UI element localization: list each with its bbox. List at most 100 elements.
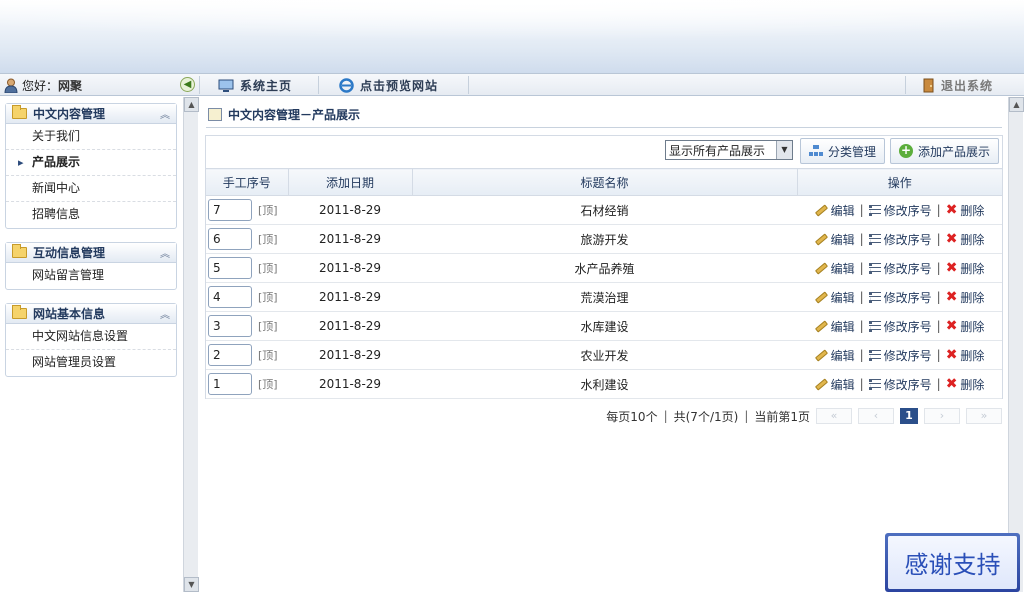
sidebar-section-header[interactable]: 互动信息管理 ︽	[6, 243, 176, 263]
delete-button[interactable]: ✖ 删除	[946, 231, 985, 248]
thanks-badge[interactable]: 感谢支持	[885, 533, 1020, 592]
reorder-button[interactable]: 修改序号	[868, 202, 932, 219]
pencil-icon	[814, 232, 828, 246]
pin-top-link[interactable]: [顶]	[258, 349, 278, 362]
add-circle-icon: +	[899, 143, 913, 158]
edit-label: 编辑	[830, 290, 855, 305]
action-separator: |	[936, 261, 941, 275]
folder-icon	[12, 305, 27, 319]
chevron-down-icon[interactable]: ▼	[776, 141, 792, 159]
title-cell: 荒漠治理	[412, 282, 797, 312]
order-cell: 3 [顶]	[206, 311, 288, 341]
order-input[interactable]: 2	[208, 344, 252, 366]
scroll-up-arrow-icon[interactable]: ▲	[1009, 97, 1024, 112]
header-banner	[0, 0, 1024, 73]
pager-separator: |	[744, 409, 749, 423]
date-cell: 2011-8-29	[288, 311, 412, 341]
edit-button[interactable]: 编辑	[814, 289, 855, 306]
delete-button[interactable]: ✖ 删除	[946, 289, 985, 306]
actions-cell: 编辑 | 修改序号 | ✖ 删除	[797, 224, 1002, 254]
order-input[interactable]: 6	[208, 228, 252, 250]
action-separator: |	[936, 290, 941, 304]
reorder-button[interactable]: 修改序号	[868, 289, 932, 306]
list-icon	[868, 233, 881, 245]
edit-button[interactable]: 编辑	[814, 376, 855, 393]
edit-button[interactable]: 编辑	[814, 260, 855, 277]
scroll-down-arrow-icon[interactable]: ▼	[184, 577, 199, 592]
delete-button[interactable]: ✖ 删除	[946, 260, 985, 277]
add-product-button[interactable]: + 添加产品展示	[890, 138, 1000, 164]
collapse-sidebar-icon[interactable]: ◀	[180, 77, 195, 92]
next-page-icon[interactable]: ›	[924, 408, 960, 424]
pin-top-link[interactable]: [顶]	[258, 291, 278, 304]
pin-top-link[interactable]: [顶]	[258, 233, 278, 246]
category-manage-button[interactable]: 分类管理	[800, 138, 886, 164]
main-scrollbar[interactable]: ▲	[1008, 97, 1024, 592]
sidebar-item-messages[interactable]: 网站留言管理	[6, 263, 176, 289]
delete-button[interactable]: ✖ 删除	[946, 202, 985, 219]
delete-button[interactable]: ✖ 删除	[946, 318, 985, 335]
table-row: 4 [顶] 2011-8-29 荒漠治理 编辑 | 修改序号 | ✖ 删除	[206, 282, 1002, 312]
top-toolbar: 您好： 网聚 ◀ 系统主页 点击预览网站 退出系统	[0, 73, 1024, 96]
edit-label: 编辑	[830, 203, 855, 218]
action-separator: |	[936, 232, 941, 246]
order-input[interactable]: 5	[208, 257, 252, 279]
sidebar-item-admin-settings[interactable]: 网站管理员设置	[6, 350, 176, 376]
delete-button[interactable]: ✖ 删除	[946, 376, 985, 393]
edit-button[interactable]: 编辑	[814, 318, 855, 335]
order-input[interactable]: 3	[208, 315, 252, 337]
chevron-up-icon[interactable]: ︽	[160, 245, 170, 260]
order-input[interactable]: 1	[208, 373, 252, 395]
order-input[interactable]: 4	[208, 286, 252, 308]
sidebar-section-header[interactable]: 网站基本信息 ︽	[6, 304, 176, 324]
column-header-title: 标题名称	[411, 168, 797, 196]
filter-select[interactable]: 显示所有产品展示 ▼	[665, 140, 793, 160]
column-header-date: 添加日期	[287, 168, 412, 196]
edit-button[interactable]: 编辑	[814, 202, 855, 219]
list-icon	[868, 378, 881, 390]
reorder-label: 修改序号	[883, 348, 932, 363]
delete-label: 删除	[960, 232, 985, 247]
delete-label: 删除	[960, 377, 985, 392]
pin-top-link[interactable]: [顶]	[258, 378, 278, 391]
nav-home[interactable]: 系统主页	[218, 77, 292, 94]
actions-cell: 编辑 | 修改序号 | ✖ 删除	[797, 340, 1002, 370]
prev-page-icon[interactable]: ‹	[858, 408, 894, 424]
edit-label: 编辑	[830, 348, 855, 363]
thanks-badge-text: 感谢支持	[888, 536, 1017, 589]
order-input[interactable]: 7	[208, 199, 252, 221]
reorder-button[interactable]: 修改序号	[868, 231, 932, 248]
pin-top-link[interactable]: [顶]	[258, 204, 278, 217]
edit-button[interactable]: 编辑	[814, 231, 855, 248]
sidebar-item-site-settings[interactable]: 中文网站信息设置	[6, 324, 176, 350]
scroll-up-arrow-icon[interactable]: ▲	[184, 97, 199, 112]
sidebar-item-jobs[interactable]: 招聘信息	[6, 202, 176, 228]
reorder-button[interactable]: 修改序号	[868, 318, 932, 335]
product-table: 手工序号 添加日期 标题名称 操作 7 [顶] 2011-8-29 石材经销 编辑 | 修改…	[206, 168, 1002, 399]
first-page-icon[interactable]: «	[816, 408, 852, 424]
logout-button[interactable]: 退出系统	[922, 77, 993, 94]
last-page-icon[interactable]: »	[966, 408, 1002, 424]
chevron-up-icon[interactable]: ︽	[160, 306, 170, 321]
reorder-button[interactable]: 修改序号	[868, 347, 932, 364]
reorder-button[interactable]: 修改序号	[868, 376, 932, 393]
ie-browser-icon	[339, 78, 354, 93]
sidebar-section-header[interactable]: 中文内容管理 ︽	[6, 104, 176, 124]
current-page-number[interactable]: 1	[900, 408, 918, 424]
delete-button[interactable]: ✖ 删除	[946, 347, 985, 364]
nav-home-label: 系统主页	[240, 79, 293, 93]
sidebar-item-about[interactable]: 关于我们	[6, 124, 176, 150]
edit-button[interactable]: 编辑	[814, 347, 855, 364]
reorder-button[interactable]: 修改序号	[868, 260, 932, 277]
sidebar-item-news[interactable]: 新闻中心	[6, 176, 176, 202]
pin-top-link[interactable]: [顶]	[258, 320, 278, 333]
table-row: 5 [顶] 2011-8-29 水产品养殖 编辑 | 修改序号 | ✖ 删除	[206, 253, 1002, 283]
chevron-up-icon[interactable]: ︽	[160, 106, 170, 121]
title-cell: 农业开发	[412, 340, 797, 370]
date-cell: 2011-8-29	[288, 369, 412, 399]
pin-top-link[interactable]: [顶]	[258, 262, 278, 275]
sidebar-scrollbar[interactable]: ▲ ▼	[183, 97, 199, 592]
nav-preview-site[interactable]: 点击预览网站	[339, 77, 438, 94]
action-separator: |	[859, 261, 864, 275]
sidebar-item-products[interactable]: 产品展示	[6, 150, 176, 176]
